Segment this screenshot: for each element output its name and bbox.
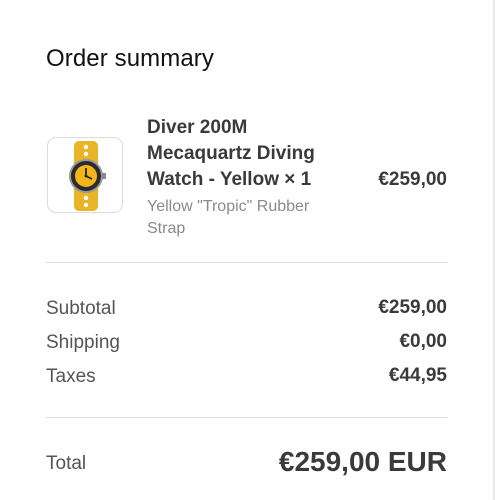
divider	[46, 417, 448, 418]
product-price: €259,00	[378, 169, 447, 190]
product-name: Diver 200M Mecaquartz Diving Watch - Yel…	[147, 115, 352, 193]
total-value: €259,00 EUR	[278, 446, 447, 477]
total-label: Total	[46, 453, 87, 474]
product-name-line: Mecaquartz Diving	[147, 143, 315, 164]
product-variant: Yellow "Tropic" Rubber Strap	[147, 196, 352, 240]
product-name-line: Watch - Yellow × 1	[147, 169, 312, 190]
product-name-line: Diver 200M	[147, 117, 248, 138]
taxes-label: Taxes	[46, 366, 96, 387]
product-variant-line: Strap	[147, 220, 186, 237]
product-variant-line: Yellow "Tropic" Rubber	[147, 198, 310, 215]
subtotal-value: €259,00	[378, 297, 447, 318]
shipping-value: €0,00	[399, 331, 447, 352]
watch-image-icon	[69, 141, 106, 211]
subtotal-label: Subtotal	[46, 298, 116, 319]
order-summary-title: Order summary	[46, 45, 214, 72]
shipping-label: Shipping	[46, 332, 120, 353]
divider	[46, 262, 448, 263]
product-thumbnail	[47, 137, 123, 213]
taxes-value: €44,95	[388, 365, 447, 386]
